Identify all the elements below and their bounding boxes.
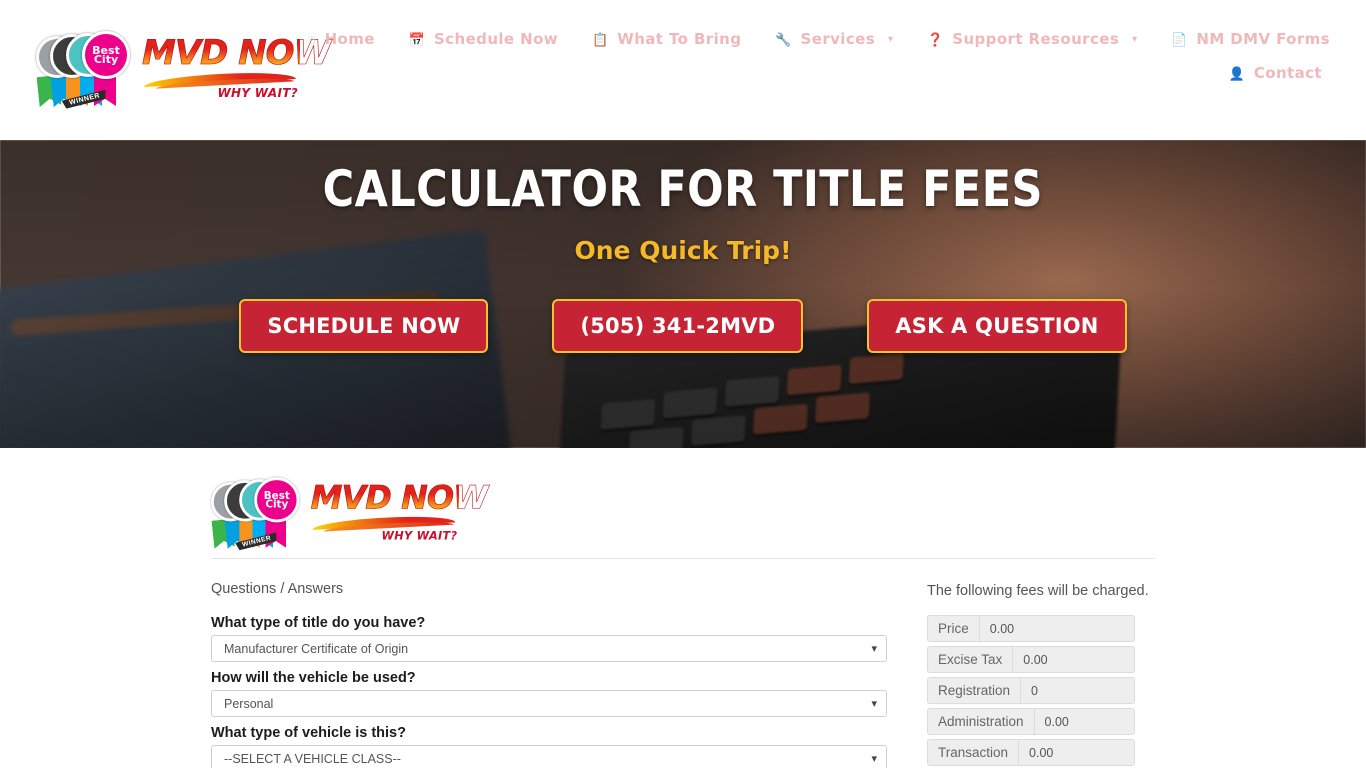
- logo-tagline: WHY WAIT?: [217, 86, 298, 100]
- section-divider: [211, 558, 1155, 559]
- questions-column: Questions / Answers What type of title d…: [211, 581, 901, 768]
- nav-row-primary: ⌂ Home 📅 Schedule Now 📋 What To Bring 🔧 …: [308, 30, 1330, 48]
- chevron-down-icon: ▾: [888, 33, 894, 45]
- ask-a-question-button[interactable]: ASK A QUESTION: [867, 299, 1127, 353]
- help-circle-icon: ❓: [927, 31, 944, 47]
- vehicle-use-select-value[interactable]: Personal: [211, 690, 887, 717]
- user-icon: 👤: [1228, 65, 1245, 81]
- calendar-icon: 📅: [408, 31, 426, 47]
- phone-button[interactable]: (505) 341-2MVD: [552, 299, 804, 353]
- fee-row-price: Price 0.00: [927, 615, 1135, 642]
- label-vehicle-use: How will the vehicle be used?: [211, 670, 416, 686]
- nav-item-services[interactable]: 🔧 Services ▾: [775, 30, 893, 48]
- fee-row-administration: Administration 0.00: [927, 708, 1135, 735]
- document-icon: 📄: [1171, 31, 1188, 47]
- hero-banner: CALCULATOR FOR TITLE FEES One Quick Trip…: [0, 140, 1366, 448]
- vehicle-use-select[interactable]: Personal ▾: [211, 690, 887, 717]
- nav-label-contact: Contact: [1253, 64, 1322, 82]
- title-type-select[interactable]: Manufacturer Certificate of Origin ▾: [211, 635, 887, 662]
- badge-line3: City: [265, 497, 289, 511]
- calculator-logo-wordmark-text: MVD NOW: [310, 479, 488, 517]
- schedule-now-button[interactable]: SCHEDULE NOW: [239, 299, 489, 353]
- home-icon: ⌂: [307, 31, 316, 47]
- badge-line3: City: [93, 53, 119, 66]
- calculator-logo-wordmark: MVD NOW WHY WAIT?: [310, 479, 488, 546]
- nav-row-secondary: 👤 Contact: [340, 64, 1330, 82]
- fee-value[interactable]: 0.00: [1013, 647, 1134, 672]
- hero-cta-group: SCHEDULE NOW (505) 341-2MVD ASK A QUESTI…: [239, 299, 1127, 353]
- nav-label-support-resources: Support Resources: [952, 30, 1120, 48]
- vehicle-class-select[interactable]: --SELECT A VEHICLE CLASS-- ▾: [211, 745, 887, 768]
- best-of-city-badge-icon: Best City WINNER: [211, 476, 301, 549]
- fee-row-transaction: Transaction 0.00: [927, 739, 1135, 766]
- fee-label: Administration: [928, 709, 1035, 734]
- fee-row-excise-tax: Excise Tax 0.00: [927, 646, 1135, 673]
- calculator-logo-tagline: WHY WAIT?: [381, 528, 458, 543]
- logo-wordmark-text: MVD NOW: [142, 33, 332, 73]
- hero-subtitle: One Quick Trip!: [574, 236, 792, 265]
- clipboard-icon: 📋: [592, 31, 609, 47]
- nav-label-what-to-bring: What To Bring: [617, 30, 742, 48]
- site-logo[interactable]: Best City WINNER MVD NOW WHY WAIT?: [36, 30, 332, 108]
- chevron-down-icon: ▾: [1132, 33, 1138, 45]
- nav-item-nm-dmv-forms[interactable]: 📄 NM DMV Forms: [1171, 30, 1330, 48]
- label-title-type: What type of title do you have?: [211, 615, 426, 631]
- logo-wordmark: MVD NOW WHY WAIT?: [142, 33, 332, 104]
- nav-item-support-resources[interactable]: ❓ Support Resources ▾: [927, 30, 1137, 48]
- site-header: Best City WINNER MVD NOW WHY WAIT? ⌂ Hom…: [0, 0, 1366, 140]
- vehicle-class-select-value[interactable]: --SELECT A VEHICLE CLASS--: [211, 745, 887, 768]
- nav-label-home: Home: [324, 30, 375, 48]
- nav-label-nm-dmv-forms: NM DMV Forms: [1196, 30, 1330, 48]
- fee-value[interactable]: 0: [1021, 678, 1134, 703]
- fee-label: Excise Tax: [928, 647, 1014, 672]
- main-content: Best City WINNER MVD NOW WHY WAIT? Quest…: [0, 448, 1366, 768]
- fee-value[interactable]: 0.00: [1034, 709, 1134, 734]
- fees-column: The following fees will be charged. Pric…: [927, 581, 1155, 768]
- nav-item-contact[interactable]: 👤 Contact: [1229, 64, 1322, 82]
- label-vehicle-class: What type of vehicle is this?: [211, 725, 406, 741]
- fee-value[interactable]: 0.00: [1019, 740, 1134, 765]
- questions-heading: Questions / Answers: [211, 581, 344, 597]
- nav-item-home[interactable]: ⌂ Home: [308, 30, 375, 48]
- main-navigation: ⌂ Home 📅 Schedule Now 📋 What To Bring 🔧 …: [308, 0, 1330, 82]
- calculator-logo: Best City WINNER MVD NOW WHY WAIT?: [211, 477, 489, 542]
- fee-label: Registration: [928, 678, 1022, 703]
- fee-label: Price: [928, 616, 980, 641]
- fees-note: The following fees will be charged.: [927, 583, 1149, 599]
- page-title: CALCULATOR FOR TITLE FEES: [322, 160, 1044, 218]
- fee-label: Transaction: [928, 740, 1020, 765]
- nav-label-schedule-now: Schedule Now: [434, 30, 559, 48]
- nav-item-what-to-bring[interactable]: 📋 What To Bring: [592, 30, 741, 48]
- title-type-select-value[interactable]: Manufacturer Certificate of Origin: [211, 635, 887, 662]
- nav-item-schedule-now[interactable]: 📅 Schedule Now: [409, 30, 558, 48]
- fee-value[interactable]: 0.00: [979, 616, 1134, 641]
- best-of-city-badge-icon: Best City WINNER: [36, 30, 132, 108]
- nav-label-services: Services: [800, 30, 876, 48]
- fee-row-registration: Registration 0: [927, 677, 1135, 704]
- wrench-icon: 🔧: [775, 31, 792, 47]
